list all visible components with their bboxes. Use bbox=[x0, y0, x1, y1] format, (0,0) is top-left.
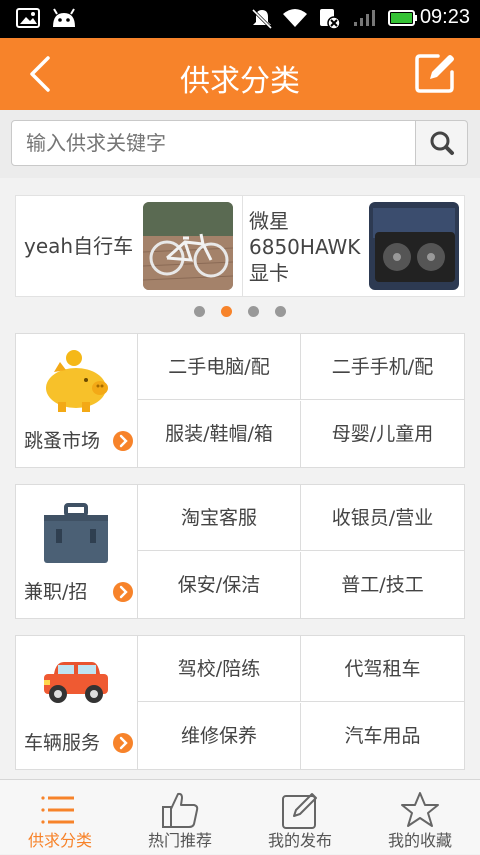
subcategory-item[interactable]: 二手电脑/配 bbox=[138, 334, 301, 400]
briefcase-icon bbox=[44, 503, 108, 563]
chevron-right-icon bbox=[113, 733, 133, 753]
sim-blocked-icon bbox=[320, 9, 341, 30]
tab-hot-recommend[interactable]: 热门推荐 bbox=[120, 780, 240, 855]
banner-item[interactable]: yeah自行车 bbox=[16, 196, 241, 296]
search-input[interactable] bbox=[11, 120, 416, 166]
graphics-card-image bbox=[369, 202, 459, 290]
subcategory-item[interactable]: 普工/技工 bbox=[301, 552, 464, 618]
category-label: 跳蚤市场 bbox=[24, 430, 101, 452]
search-bar bbox=[0, 110, 480, 178]
bicycle-image bbox=[143, 202, 233, 290]
subcategory-item[interactable]: 收银员/营业 bbox=[301, 485, 464, 551]
search-button[interactable] bbox=[416, 120, 468, 166]
carousel-dot[interactable] bbox=[275, 306, 286, 317]
category-part-time: 兼职/招 淘宝客服 收银员/营业 保安/保洁 普工/技工 bbox=[15, 484, 465, 619]
wifi-icon bbox=[283, 9, 307, 27]
subcategory-item[interactable]: 保安/保洁 bbox=[138, 552, 301, 618]
banner-item-label-line: 微星 bbox=[249, 209, 289, 233]
carousel-dot-active[interactable] bbox=[221, 306, 232, 317]
category-label: 车辆服务 bbox=[24, 732, 101, 754]
tab-categories[interactable]: 供求分类 bbox=[0, 780, 120, 855]
bottom-tab-bar: 供求分类 热门推荐 我的发布 我的收藏 bbox=[0, 779, 480, 854]
chevron-right-icon bbox=[113, 582, 133, 602]
banner-carousel[interactable]: yeah自行车 微星 6850HAWK 显卡 bbox=[15, 195, 465, 297]
carousel-dot[interactable] bbox=[194, 306, 205, 317]
tab-label: 我的发布 bbox=[267, 831, 332, 850]
carousel-indicator bbox=[0, 306, 480, 318]
star-icon bbox=[401, 792, 439, 827]
subcategory-item[interactable]: 服装/鞋帽/箱 bbox=[138, 401, 301, 467]
car-icon bbox=[44, 662, 108, 703]
tab-my-posts[interactable]: 我的发布 bbox=[240, 780, 360, 855]
banner-item[interactable]: 微星 6850HAWK 显卡 bbox=[242, 196, 464, 296]
battery-icon bbox=[388, 10, 417, 26]
list-icon bbox=[41, 796, 74, 824]
edit-icon bbox=[282, 793, 317, 829]
page-title: 供求分类 bbox=[180, 64, 300, 99]
search-icon bbox=[430, 131, 454, 155]
piggy-bank-icon bbox=[46, 350, 108, 412]
thumbs-up-icon bbox=[162, 792, 199, 828]
tab-my-favorites[interactable]: 我的收藏 bbox=[360, 780, 480, 855]
subcategory-item[interactable]: 淘宝客服 bbox=[138, 485, 301, 551]
category-main-vehicle-services[interactable]: 车辆服务 bbox=[16, 636, 138, 769]
android-icon bbox=[53, 8, 75, 27]
subcategory-item[interactable]: 维修保养 bbox=[138, 703, 301, 769]
image-icon bbox=[16, 8, 40, 28]
category-flea-market: 跳蚤市场 二手电脑/配 二手手机/配 服装/鞋帽/箱 母婴/儿童用 bbox=[15, 333, 465, 468]
banner-item-label-line: 显卡 bbox=[249, 261, 289, 285]
category-main-flea-market[interactable]: 跳蚤市场 bbox=[16, 334, 138, 467]
tab-label: 我的收藏 bbox=[387, 831, 452, 850]
status-bar: 09:23 bbox=[0, 0, 480, 38]
signal-icon bbox=[354, 10, 375, 26]
edit-icon[interactable] bbox=[414, 52, 456, 94]
category-vehicle-services: 车辆服务 驾校/陪练 代驾租车 维修保养 汽车用品 bbox=[15, 635, 465, 770]
banner-item-label: 微星 6850HAWK 显卡 bbox=[249, 208, 360, 286]
subcategory-item[interactable]: 汽车用品 bbox=[301, 703, 464, 769]
category-label: 兼职/招 bbox=[24, 581, 88, 603]
clock: 09:23 bbox=[419, 6, 470, 28]
category-main-part-time[interactable]: 兼职/招 bbox=[16, 485, 138, 618]
subcategory-item[interactable]: 母婴/儿童用 bbox=[301, 401, 464, 467]
carousel-dot[interactable] bbox=[248, 306, 259, 317]
banner-item-label: yeah自行车 bbox=[24, 234, 134, 258]
chevron-right-icon bbox=[113, 431, 133, 451]
subcategory-item[interactable]: 驾校/陪练 bbox=[138, 636, 301, 702]
banner-item-label-line: 6850HAWK bbox=[249, 235, 361, 259]
subcategory-item[interactable]: 二手手机/配 bbox=[301, 334, 464, 400]
tab-label: 供求分类 bbox=[27, 831, 92, 850]
tab-label: 热门推荐 bbox=[147, 831, 212, 850]
subcategory-item[interactable]: 代驾租车 bbox=[301, 636, 464, 702]
mute-icon bbox=[251, 8, 273, 30]
app-header: 供求分类 bbox=[0, 38, 480, 110]
